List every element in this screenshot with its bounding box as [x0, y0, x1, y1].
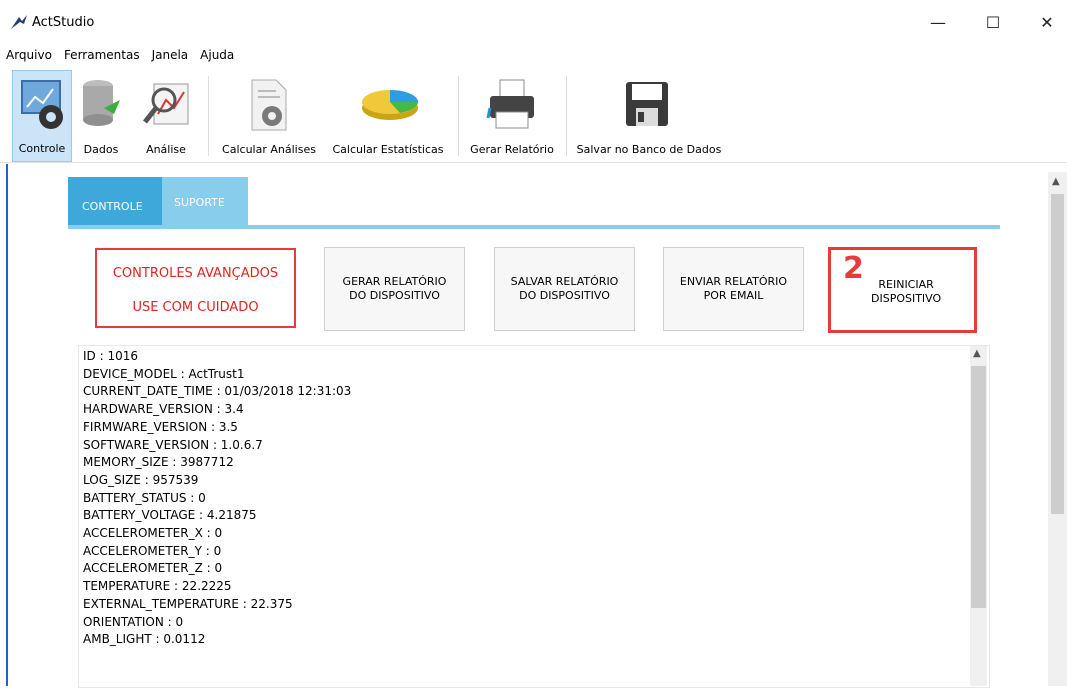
maximize-button[interactable]: ☐	[970, 8, 1016, 36]
document-gear-icon	[251, 79, 287, 131]
enviar-relatorio-email-button[interactable]: ENVIAR RELATÓRIO POR EMAIL	[663, 247, 804, 331]
toolbar-separator	[566, 76, 567, 156]
tab-controle-label: CONTROLE	[82, 200, 143, 213]
toolbar-calcular-estatisticas-button[interactable]: Calcular Estatísticas	[326, 70, 450, 162]
tab-underline	[68, 225, 1000, 229]
printer-icon	[486, 79, 534, 129]
pie-chart-icon	[362, 90, 418, 120]
gerar-relatorio-line2: DO DISPOSITIVO	[349, 289, 440, 302]
device-info-textarea[interactable]: ID : 1016 DEVICE_MODEL : ActTrust1 CURRE…	[78, 345, 990, 688]
tab-suporte-label: SUPORTE	[174, 196, 225, 209]
toolbar-gerar-relatorio-button[interactable]: Gerar Relatório	[464, 70, 560, 162]
advanced-subtitle: USE COM CUIDADO	[132, 300, 259, 315]
menu-arquivo[interactable]: Arquivo	[0, 46, 58, 68]
database-icon	[83, 80, 120, 126]
toolbar-dados-label: Dados	[83, 143, 119, 156]
menu-janela[interactable]: Janela	[146, 46, 195, 68]
info-line: SOFTWARE_VERSION : 1.0.6.7	[83, 437, 263, 452]
chart-magnifier-icon	[143, 83, 189, 125]
toolbar-controle-button[interactable]: Controle	[12, 70, 72, 162]
toolbar-analise-button[interactable]: Análise	[136, 70, 196, 162]
info-line: AMB_LIGHT : 0.0112	[83, 632, 206, 647]
tab-controle[interactable]: CONTROLE	[68, 177, 162, 225]
app-logo-icon	[11, 15, 27, 29]
info-line: ACCELEROMETER_Z : 0	[83, 561, 223, 576]
toolbar-calcular-estatisticas-label: Calcular Estatísticas	[332, 143, 444, 156]
main-vertical-scrollbar[interactable]: ▲	[1048, 172, 1067, 686]
info-line: ACCELEROMETER_X : 0	[83, 526, 223, 540]
menu-ferramentas[interactable]: Ferramentas	[58, 46, 146, 68]
enviar-relatorio-line1: ENVIAR RELATÓRIO	[679, 275, 788, 288]
gerar-relatorio-line1: GERAR RELATÓRIO	[342, 275, 447, 288]
toolbar-salvar-banco-button[interactable]: Salvar no Banco de Dados	[572, 70, 726, 162]
menu-bar: Arquivo Ferramentas Janela Ajuda	[0, 46, 240, 68]
info-line: EXTERNAL_TEMPERATURE : 22.375	[83, 596, 293, 611]
salvar-relatorio-line2: DO DISPOSITIVO	[519, 289, 610, 302]
info-line: TEMPERATURE : 22.2225	[83, 579, 232, 594]
window-title: ActStudio	[32, 15, 95, 30]
tab-suporte[interactable]: SUPORTE	[162, 177, 248, 225]
salvar-relatorio-dispositivo-button[interactable]: SALVAR RELATÓRIO DO DISPOSITIVO	[494, 247, 635, 331]
reiniciar-label: REINICIAR DISPOSITIVO	[871, 278, 941, 306]
info-line: BATTERY_STATUS : 0	[83, 490, 206, 505]
menu-ajuda[interactable]: Ajuda	[194, 46, 240, 68]
toolbar-calcular-analises-label: Calcular Análises	[222, 143, 316, 156]
scroll-up-arrow-icon[interactable]: ▲	[1052, 176, 1060, 187]
info-line: FIRMWARE_VERSION : 3.5	[83, 419, 238, 434]
advanced-title: CONTROLES AVANÇADOS	[112, 266, 279, 281]
info-line: MEMORY_SIZE : 3987712	[83, 455, 234, 470]
gerar-relatorio-dispositivo-button[interactable]: GERAR RELATÓRIO DO DISPOSITIVO	[324, 247, 465, 331]
info-line: HARDWARE_VERSION : 3.4	[83, 402, 244, 417]
info-line: CURRENT_DATE_TIME : 01/03/2018 12:31:03	[83, 384, 352, 399]
minimize-button[interactable]: —	[915, 8, 961, 36]
toolbar-controle-label: Controle	[18, 142, 66, 155]
toolbar-salvar-banco-label: Salvar no Banco de Dados	[576, 143, 722, 156]
info-line: BATTERY_VOLTAGE : 4.21875	[83, 508, 257, 523]
floppy-disk-icon	[626, 82, 668, 126]
reiniciar-line2: DISPOSITIVO	[871, 292, 942, 305]
advanced-controls-warning: CONTROLES AVANÇADOS USE COM CUIDADO	[95, 248, 296, 328]
reiniciar-dispositivo-button[interactable]: 2 REINICIAR DISPOSITIVO	[828, 247, 977, 333]
info-line: ID : 1016	[83, 349, 138, 363]
annotation-number: 2	[843, 251, 864, 286]
info-vertical-scrollbar[interactable]: ▲	[970, 346, 987, 686]
enviar-relatorio-line2: POR EMAIL	[703, 289, 764, 302]
info-line: ACCELEROMETER_Y : 0	[83, 543, 222, 558]
toolbar-gerar-relatorio-label: Gerar Relatório	[470, 143, 554, 156]
toolbar-calcular-analises-button[interactable]: Calcular Análises	[216, 70, 322, 162]
monitor-gear-icon	[21, 80, 63, 129]
toolbar-separator	[208, 76, 209, 156]
toolbar-separator	[458, 76, 459, 156]
salvar-relatorio-line1: SALVAR RELATÓRIO	[510, 275, 619, 288]
info-scroll-up-arrow-icon[interactable]: ▲	[973, 348, 981, 359]
toolbar-dados-button[interactable]: Dados	[76, 70, 126, 162]
info-line: LOG_SIZE : 957539	[83, 472, 199, 487]
reiniciar-line1: REINICIAR	[878, 278, 934, 291]
info-line: ORIENTATION : 0	[83, 614, 184, 629]
toolbar: Controle Dados Análise Calcular Análises	[0, 70, 1067, 163]
scroll-thumb[interactable]	[1051, 194, 1064, 514]
close-button[interactable]: ✕	[1024, 8, 1067, 36]
toolbar-analise-label: Análise	[146, 143, 186, 156]
title-bar: ActStudio — ☐ ✕	[0, 0, 1067, 42]
info-line: DEVICE_MODEL : ActTrust1	[83, 366, 245, 381]
info-scroll-thumb[interactable]	[971, 366, 986, 608]
